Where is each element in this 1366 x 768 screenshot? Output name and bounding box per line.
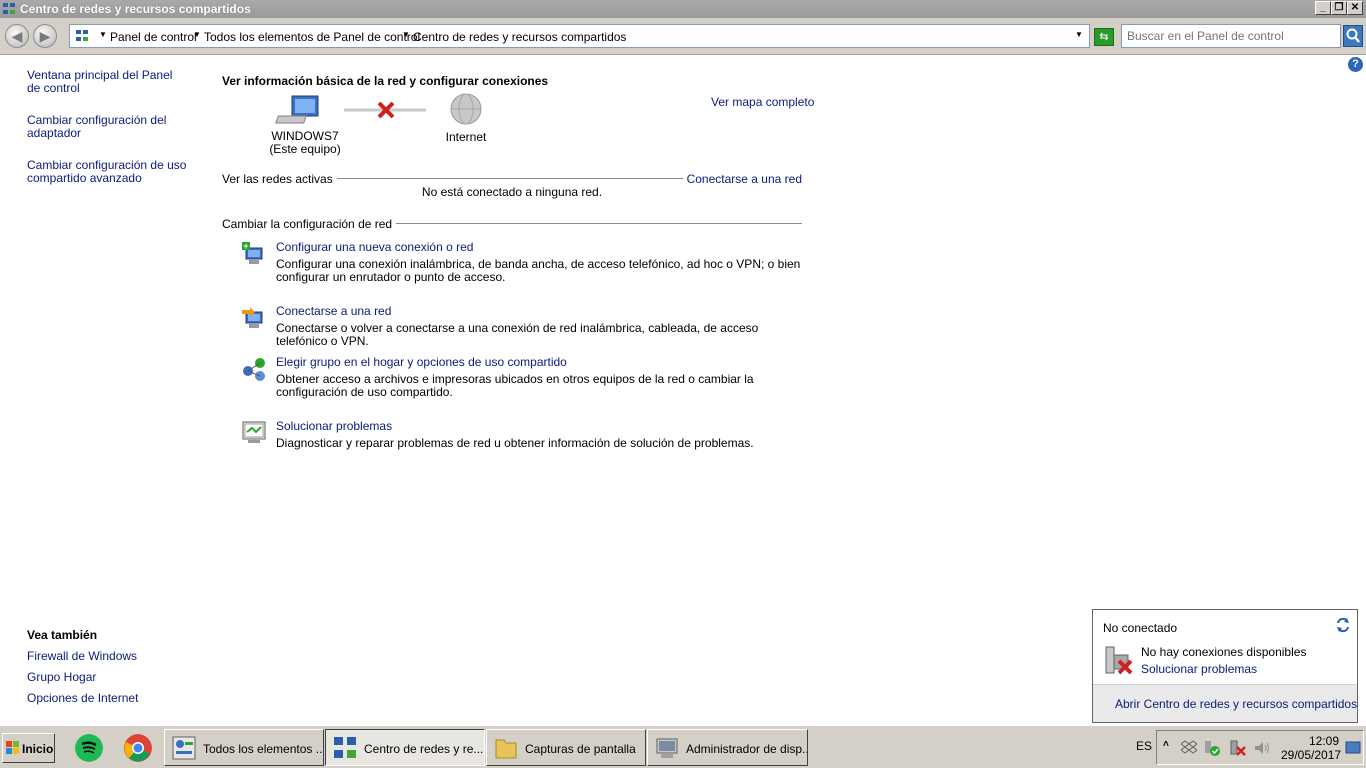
- internet-globe-icon: [450, 93, 482, 125]
- link-advanced-sharing[interactable]: Cambiar configuración de uso compartido …: [27, 159, 187, 185]
- link-internet-options[interactable]: Opciones de Internet: [27, 692, 187, 705]
- see-also-title: Vea también: [27, 628, 98, 642]
- task-troubleshoot-link[interactable]: Solucionar problemas: [276, 419, 392, 433]
- full-map-link[interactable]: Ver mapa completo: [711, 95, 814, 109]
- maximize-button[interactable]: ❐: [1331, 1, 1347, 15]
- address-bar[interactable]: ▼ Panel de control ▼ Todos los elementos…: [69, 24, 1090, 48]
- breadcrumb-network-center[interactable]: Centro de redes y recursos compartidos: [413, 30, 626, 44]
- breadcrumb-arrow-icon[interactable]: ▼: [99, 30, 107, 39]
- active-networks-section: Ver las redes activas Conectarse a una r…: [222, 172, 802, 186]
- computer-icon[interactable]: [275, 95, 319, 124]
- back-arrow-icon: ◀: [11, 28, 23, 44]
- breadcrumb-all-items[interactable]: Todos los elementos de Panel de control: [204, 30, 420, 44]
- link-control-panel-home[interactable]: Ventana principal del Panel de control: [27, 69, 187, 95]
- help-icon[interactable]: ?: [1348, 57, 1363, 72]
- device-manager-icon: [656, 738, 678, 758]
- volume-icon[interactable]: [1253, 739, 1271, 757]
- network-center-icon: [3, 3, 15, 14]
- homegroup-icon[interactable]: [240, 355, 268, 383]
- connect-network-icon[interactable]: [240, 304, 268, 332]
- taskbar-button-screenshots[interactable]: Capturas de pantalla: [486, 729, 646, 766]
- page-title: Ver información básica de la red y confi…: [222, 74, 549, 88]
- taskbar-button-device-manager[interactable]: Administrador de disp...: [647, 729, 808, 766]
- breadcrumb-arrow-icon[interactable]: ▼: [402, 30, 410, 39]
- forward-arrow-icon: ▶: [39, 28, 51, 44]
- new-connection-icon[interactable]: +: [240, 240, 268, 268]
- no-connection-text: No está conectado a ninguna red.: [421, 185, 603, 199]
- show-hidden-icons-icon[interactable]: ˄: [1163, 739, 1169, 750]
- refresh-connections-icon[interactable]: [1335, 617, 1351, 633]
- popup-footer: Abrir Centro de redes y recursos compart…: [1093, 684, 1357, 722]
- search-input[interactable]: [1127, 26, 1327, 46]
- clock-time: 12:09: [1308, 734, 1339, 748]
- close-button[interactable]: ✕: [1347, 1, 1363, 15]
- task-connect-network-link[interactable]: Conectarse a una red: [276, 304, 391, 318]
- breadcrumb-arrow-icon[interactable]: ▼: [193, 30, 201, 39]
- breadcrumb-control-panel[interactable]: Panel de control: [110, 30, 197, 44]
- taskbar-button-network-center[interactable]: Centro de redes y re...: [325, 729, 485, 766]
- search-box[interactable]: [1121, 24, 1341, 48]
- dropbox-icon[interactable]: [1181, 739, 1197, 755]
- taskbar-button-label: Centro de redes y re...: [364, 742, 484, 756]
- active-networks-label: Ver las redes activas: [222, 172, 337, 186]
- network-center-icon: [334, 737, 356, 758]
- system-tray: ˄ 12:09 29/05/2017: [1156, 730, 1364, 765]
- windows-logo-icon: [6, 741, 19, 754]
- taskbar: Inicio Todos los elementos ... Centro de…: [0, 725, 1366, 768]
- spotify-icon[interactable]: [75, 734, 103, 762]
- link-homegroup[interactable]: Grupo Hogar: [27, 671, 187, 684]
- clock-date: 29/05/2017: [1281, 748, 1342, 762]
- network-status-popup: No conectado No hay conexiones disponibl…: [1092, 609, 1358, 723]
- popup-message: No hay conexiones disponibles: [1141, 645, 1307, 659]
- chrome-icon[interactable]: [124, 734, 152, 762]
- taskbar-button-label: Capturas de pantalla: [525, 742, 636, 756]
- navigation-bar: ◀ ▶ ▼ Panel de control ▼ Todos los eleme…: [0, 18, 1366, 55]
- back-button[interactable]: ◀: [5, 24, 29, 48]
- start-label: Inicio: [22, 742, 54, 756]
- task-homegroup-link[interactable]: Elegir grupo en el hogar y opciones de u…: [276, 355, 567, 369]
- see-also-section: Vea también Firewall de Windows Grupo Ho…: [27, 628, 187, 713]
- address-dropdown-icon[interactable]: ▼: [1075, 30, 1083, 39]
- computer-sub: (Este equipo): [269, 142, 341, 156]
- computer-label: WINDOWS7 (Este equipo): [262, 130, 348, 156]
- folder-icon: [495, 739, 517, 759]
- troubleshoot-icon[interactable]: [240, 419, 268, 447]
- security-center-icon[interactable]: [1203, 739, 1221, 757]
- left-task-pane: Ventana principal del Panel de control C…: [27, 69, 187, 204]
- control-panel-icon: [172, 736, 196, 760]
- network-disconnected-icon: [1105, 646, 1133, 675]
- popup-status: No conectado: [1103, 621, 1178, 635]
- task-new-connection-desc: Configurar una conexión inalámbrica, de …: [276, 257, 801, 284]
- search-icon: [1346, 28, 1360, 43]
- search-button[interactable]: [1343, 25, 1363, 47]
- task-troubleshoot-desc: Diagnosticar y reparar problemas de red …: [276, 436, 754, 450]
- change-settings-section: Cambiar la configuración de red: [222, 217, 802, 231]
- taskbar-button-label: Administrador de disp...: [686, 742, 808, 756]
- window-title: Centro de redes y recursos compartidos: [20, 2, 251, 16]
- language-indicator[interactable]: ES: [1136, 739, 1152, 753]
- task-new-connection-link[interactable]: Configurar una nueva conexión o red: [276, 240, 473, 254]
- network-status-icon[interactable]: [1229, 739, 1247, 757]
- taskbar-button-all-items[interactable]: Todos los elementos ...: [164, 729, 324, 766]
- refresh-icon: ⇆: [1099, 31, 1109, 43]
- refresh-button[interactable]: ⇆: [1094, 28, 1114, 46]
- start-button[interactable]: Inicio: [2, 733, 55, 763]
- popup-troubleshoot-link[interactable]: Solucionar problemas: [1141, 662, 1257, 676]
- title-bar: Centro de redes y recursos compartidos _…: [0, 0, 1366, 18]
- connect-network-link[interactable]: Conectarse a una red: [682, 172, 802, 186]
- control-panel-icon: [76, 30, 88, 41]
- svg-text:+: +: [243, 241, 248, 251]
- change-settings-label: Cambiar la configuración de red: [222, 217, 397, 231]
- internet-label: Internet: [445, 130, 487, 144]
- open-network-center-link[interactable]: Abrir Centro de redes y recursos compart…: [1115, 697, 1357, 711]
- clock[interactable]: 12:09 29/05/2017: [1281, 734, 1342, 762]
- taskbar-button-label: Todos los elementos ...: [203, 742, 324, 756]
- link-change-adapter[interactable]: Cambiar configuración del adaptador: [27, 114, 187, 140]
- minimize-button[interactable]: _: [1315, 1, 1331, 15]
- task-homegroup-desc: Obtener acceso a archivos e impresoras u…: [276, 372, 754, 399]
- task-connect-network-desc: Conectarse o volver a conectarse a una c…: [276, 321, 759, 348]
- link-firewall[interactable]: Firewall de Windows: [27, 650, 187, 663]
- forward-button[interactable]: ▶: [33, 24, 57, 48]
- show-desktop-icon[interactable]: [1345, 741, 1361, 755]
